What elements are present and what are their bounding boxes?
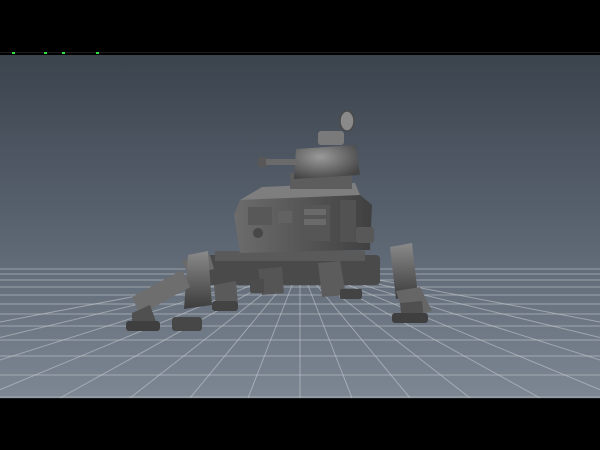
top-toolbar-area (0, 0, 600, 55)
status-tick-3 (62, 52, 65, 54)
mech-model[interactable] (126, 110, 432, 331)
maya-screen (0, 0, 600, 450)
viewport-scene (0, 110, 600, 398)
top-markers (0, 52, 600, 54)
3d-viewport[interactable] (0, 55, 600, 398)
bottom-timeline-area (0, 392, 600, 450)
bottom-markers (0, 392, 600, 399)
mech-leg-left-mid (212, 281, 238, 311)
mech-turret (294, 145, 360, 179)
status-tick-2 (44, 52, 47, 54)
status-tick-1 (12, 52, 15, 54)
status-tick-4 (96, 52, 99, 54)
